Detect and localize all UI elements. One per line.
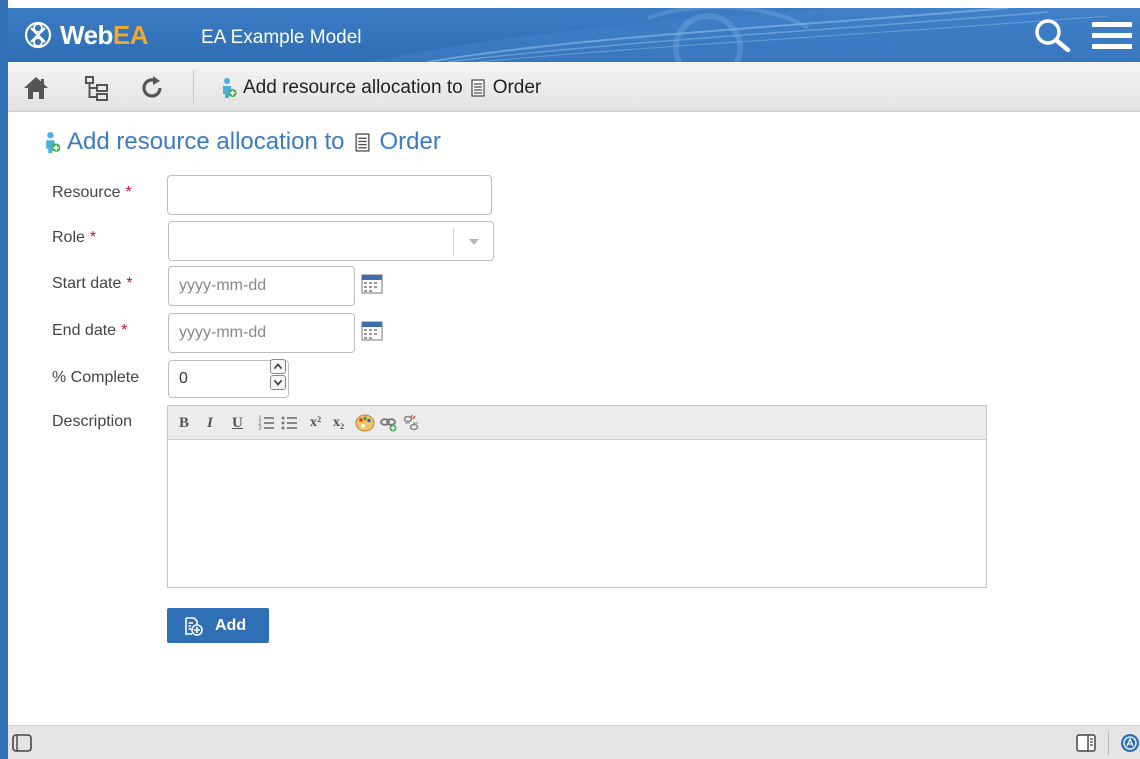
role-label: Role * (52, 229, 96, 247)
page-title-text: Add resource allocation to (67, 128, 345, 155)
home-icon[interactable] (22, 74, 50, 102)
tree-browser-icon[interactable] (83, 74, 111, 102)
header-swoosh-decoration (368, 8, 1140, 62)
end-date-label: End date * (52, 322, 127, 340)
subscript-button[interactable]: x₂ (333, 414, 344, 432)
insert-link-icon[interactable] (379, 414, 399, 432)
select-divider (453, 228, 454, 255)
page-title: Add resource allocation to Order (44, 127, 441, 157)
add-button-label: Add (215, 616, 247, 634)
required-marker: * (126, 275, 133, 292)
brand-web: Web (60, 20, 113, 50)
hamburger-menu-icon[interactable] (1090, 20, 1134, 52)
add-button[interactable]: Add (167, 608, 269, 643)
description-textarea[interactable] (168, 441, 986, 587)
ordered-list-icon[interactable]: 1 2 3 (258, 414, 275, 432)
resource-person-icon (223, 78, 237, 98)
superscript-button[interactable]: x² (310, 414, 321, 432)
toolbar-element-name: Order (492, 77, 542, 98)
start-date-input[interactable] (168, 266, 355, 306)
color-palette-icon[interactable] (355, 414, 375, 432)
description-label: Description (52, 413, 133, 430)
chevron-down-icon (469, 239, 479, 245)
required-marker: * (89, 229, 97, 246)
panel-toggle-icon[interactable] (12, 734, 32, 752)
bullet-list-icon[interactable] (281, 414, 298, 432)
description-editor: B I U 1 2 3 x² x₂ (167, 405, 987, 588)
webea-window: WebEA EA Example Model Add resource allo… (0, 0, 1140, 759)
underline-button[interactable]: U (232, 414, 243, 432)
percent-complete-stepper (270, 359, 286, 391)
window-left-edge (0, 0, 8, 759)
required-marker: * (121, 322, 128, 339)
page-title-element: Order (379, 128, 441, 155)
resource-input[interactable] (167, 175, 492, 215)
toolbar-title: Add resource allocation to Order (221, 76, 541, 100)
start-date-label-text: Start date (52, 275, 122, 292)
resource-label-text: Resource (52, 184, 121, 201)
end-date-input[interactable] (168, 313, 355, 353)
stepper-up-icon[interactable] (270, 359, 286, 374)
status-indicator-icon[interactable] (1120, 733, 1140, 753)
stepper-down-icon[interactable] (270, 375, 286, 390)
toolbar-title-text: Add resource allocation to (243, 77, 463, 98)
percent-complete-label: % Complete (52, 369, 140, 386)
brand-ea: EA (112, 20, 149, 50)
properties-panel-icon[interactable] (1076, 733, 1096, 753)
italic-button[interactable]: I (207, 414, 213, 432)
brand-name: WebEA (60, 20, 149, 51)
calendar-icon[interactable] (361, 272, 383, 294)
element-document-icon (354, 132, 370, 152)
search-icon[interactable] (1032, 16, 1072, 56)
statusbar-separator (1108, 731, 1109, 755)
resource-person-icon (46, 131, 61, 153)
start-date-label: Start date * (52, 275, 133, 293)
editor-toolbar: B I U 1 2 3 x² x₂ (168, 406, 986, 440)
required-marker: * (125, 184, 132, 201)
remove-link-icon[interactable] (402, 414, 422, 432)
status-bar (8, 725, 1140, 759)
app-header: WebEA EA Example Model (8, 8, 1140, 62)
refresh-icon[interactable] (138, 74, 166, 102)
role-label-text: Role (52, 229, 85, 246)
svg-text:3: 3 (258, 425, 262, 432)
toolbar-separator (193, 70, 194, 104)
role-select[interactable] (168, 221, 494, 261)
webea-logo-icon (24, 21, 52, 49)
model-name: EA Example Model (201, 27, 362, 48)
add-document-icon (185, 616, 203, 636)
element-document-icon (471, 79, 485, 97)
navigation-toolbar: Add resource allocation to Order (8, 62, 1140, 112)
bold-button[interactable]: B (179, 414, 189, 432)
calendar-icon[interactable] (361, 319, 383, 341)
resource-label: Resource * (52, 184, 132, 202)
end-date-label-text: End date (52, 322, 117, 339)
